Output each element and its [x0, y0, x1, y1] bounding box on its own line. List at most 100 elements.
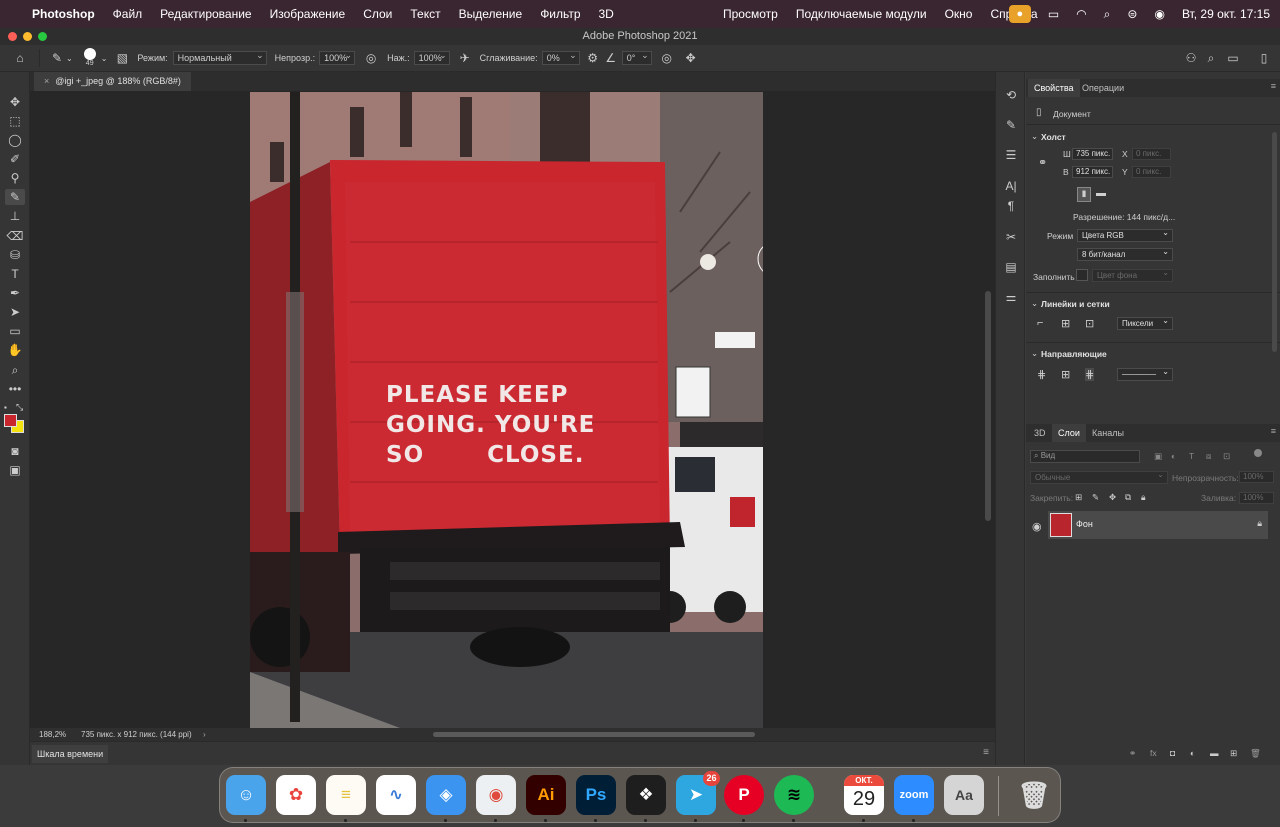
chevron-down-icon[interactable]: ⌄ [1031, 348, 1038, 359]
guides-icon[interactable]: ⋕ [1037, 368, 1046, 381]
pinterest-app[interactable]: P [724, 775, 764, 815]
opacity-field[interactable]: 100% [319, 49, 356, 65]
wifi-icon[interactable]: ◠ [1076, 7, 1086, 21]
chevron-down-icon[interactable]: ⌄ [1031, 298, 1038, 309]
lock-paint-icon[interactable]: ✎ [1092, 492, 1099, 503]
y-field[interactable]: 0 пикс. [1132, 166, 1171, 178]
vertical-scrollbar[interactable] [985, 291, 991, 521]
lock-all-icon[interactable]: 🔒︎ [1141, 492, 1146, 503]
menu-edit[interactable]: Редактирование [160, 7, 251, 21]
safari-app[interactable]: ◈ [426, 775, 466, 815]
freeform-app[interactable]: ∿ [376, 775, 416, 815]
tab-properties[interactable]: Свойства [1028, 79, 1080, 97]
flow-field[interactable]: 100% [413, 49, 450, 65]
lock-pixels-icon[interactable]: ⊞ [1075, 492, 1082, 503]
quick-select-tool-icon[interactable]: ✐ [5, 151, 25, 167]
tab-layers[interactable]: Слои [1052, 424, 1086, 442]
spotify-app[interactable]: ≋ [774, 775, 814, 815]
pressure-size-icon[interactable]: ◎ [660, 51, 674, 65]
menu-plugins[interactable]: Подключаемые модули [796, 7, 927, 21]
new-layer-icon[interactable]: ⊞ [1230, 748, 1237, 759]
hand-tool-icon[interactable]: ✋ [5, 342, 25, 358]
panel-toggle-icon[interactable]: ▯ [1257, 51, 1271, 65]
figma-app[interactable]: ❖ [626, 775, 666, 815]
foreground-color-swatch[interactable] [4, 414, 17, 427]
battery-icon[interactable]: ▭ [1048, 7, 1059, 21]
chevron-down-icon[interactable]: ⌄ [101, 54, 108, 63]
move-tool-icon[interactable]: ✥ [5, 94, 25, 110]
chrome-app[interactable]: ◉ [476, 775, 516, 815]
chevron-down-icon[interactable]: ⌄ [1031, 131, 1038, 142]
blend-mode-dropdown[interactable]: Обычные [1030, 469, 1168, 484]
stamp-tool-icon[interactable]: ⊥ [5, 208, 25, 224]
siri-icon[interactable]: ◉ [1154, 7, 1164, 21]
filter-pixel-icon[interactable]: ▣ [1154, 451, 1162, 462]
filter-smart-icon[interactable]: ⊡ [1223, 451, 1230, 462]
rulers-section-title[interactable]: Линейки и сетки [1041, 299, 1110, 309]
color-mode-dropdown[interactable]: Цвета RGB [1077, 227, 1173, 242]
menu-image[interactable]: Изображение [270, 7, 346, 21]
brush-settings-panel-icon[interactable]: ✎ [1002, 118, 1020, 134]
brush-size-picker[interactable]: 49 [79, 46, 101, 70]
calendar-app[interactable]: ОКТ. 29 [844, 775, 884, 815]
pressure-opacity-icon[interactable]: ◎ [364, 51, 378, 65]
menu-window[interactable]: Окно [945, 7, 973, 21]
grid-icon[interactable]: ⊞ [1061, 317, 1070, 330]
reset-colors-icon[interactable]: ▪ [4, 403, 7, 412]
width-field[interactable]: 735 пикс. [1072, 148, 1113, 160]
airbrush-icon[interactable]: ✈ [458, 51, 472, 65]
share-icon[interactable]: ⚇ [1184, 51, 1198, 65]
link-icon[interactable]: ⚭ [1038, 156, 1047, 169]
link-layers-icon[interactable]: ⚭ [1129, 748, 1136, 759]
finder-app[interactable]: ☺ [226, 775, 266, 815]
angle-field[interactable]: 0° [621, 49, 652, 65]
guide-style-dropdown[interactable]: ────── [1117, 366, 1173, 381]
symmetry-icon[interactable]: ✥ [684, 51, 698, 65]
guides-section-title[interactable]: Направляющие [1041, 349, 1107, 359]
layer-opacity-field[interactable]: 100% [1239, 471, 1274, 483]
document-tab[interactable]: × @igi +_jpeg @ 188% (RGB/8#) [34, 72, 191, 91]
brush-tool-icon[interactable]: ✎ [5, 189, 25, 205]
trash-icon[interactable]: 🗑︎ [1014, 775, 1054, 815]
menu-3d[interactable]: 3D [599, 7, 614, 21]
fill-dropdown[interactable]: Цвет фона [1092, 267, 1173, 282]
canvas-workspace[interactable]: PLEASE KEEP GOING. YOU'RE SO CLOSE. [30, 91, 995, 728]
fx-icon[interactable]: fx [1150, 748, 1157, 758]
timeline-tab[interactable]: Шкала времени [32, 745, 109, 763]
microphone-icon[interactable]: ● [1008, 5, 1031, 23]
filter-type-icon[interactable]: T [1189, 451, 1194, 461]
new-group-icon[interactable]: ▬ [1210, 748, 1219, 758]
lock-icon[interactable]: 🔒︎ [1257, 518, 1262, 529]
character-panel-icon[interactable]: A| [1002, 179, 1020, 195]
zoom-app[interactable]: zoom [894, 775, 934, 815]
control-center-icon[interactable]: ⊜ [1127, 7, 1137, 21]
lock-artboard-icon[interactable]: ⧉ [1125, 492, 1131, 503]
zoom-level[interactable]: 188,2% [39, 728, 66, 741]
search-icon[interactable]: ⌕ [1104, 7, 1111, 22]
tab-3d[interactable]: 3D [1028, 424, 1052, 442]
paragraph-panel-icon[interactable]: ¶ [1002, 199, 1020, 215]
menu-view[interactable]: Просмотр [723, 7, 778, 21]
menu-filter[interactable]: Фильтр [540, 7, 580, 21]
zoom-tool-icon[interactable]: ⌕ [5, 362, 25, 378]
minimize-window-button[interactable] [23, 32, 32, 41]
brush-tool-preset-icon[interactable]: ✎ [50, 51, 64, 65]
search-icon[interactable]: ⌕ [1204, 51, 1218, 66]
layer-row-background[interactable]: Фон 🔒︎ [1048, 511, 1268, 539]
path-select-tool-icon[interactable]: ➤ [5, 304, 25, 320]
gear-icon[interactable]: ⚙ [586, 51, 600, 65]
eye-visibility-icon[interactable]: ◉ [1032, 520, 1042, 533]
adjustment-layer-icon[interactable]: ◐ [1190, 748, 1195, 758]
height-field[interactable]: 912 пикс. [1072, 166, 1113, 178]
menu-file[interactable]: Файл [113, 7, 143, 21]
filter-toggle[interactable] [1254, 449, 1262, 457]
more-tools-icon[interactable]: ••• [5, 381, 25, 397]
eyedropper-tool-icon[interactable]: ⚲ [5, 170, 25, 186]
photos-app[interactable]: ✿ [276, 775, 316, 815]
tab-channels[interactable]: Каналы [1086, 424, 1130, 442]
workspace-icon[interactable]: ▭ [1226, 51, 1240, 65]
illustrator-app[interactable]: Ai [526, 775, 566, 815]
type-tool-icon[interactable]: T [5, 266, 25, 282]
brushes-panel-icon[interactable]: ☰ [1002, 148, 1020, 164]
mode-dropdown[interactable]: Нормальный [172, 49, 267, 65]
